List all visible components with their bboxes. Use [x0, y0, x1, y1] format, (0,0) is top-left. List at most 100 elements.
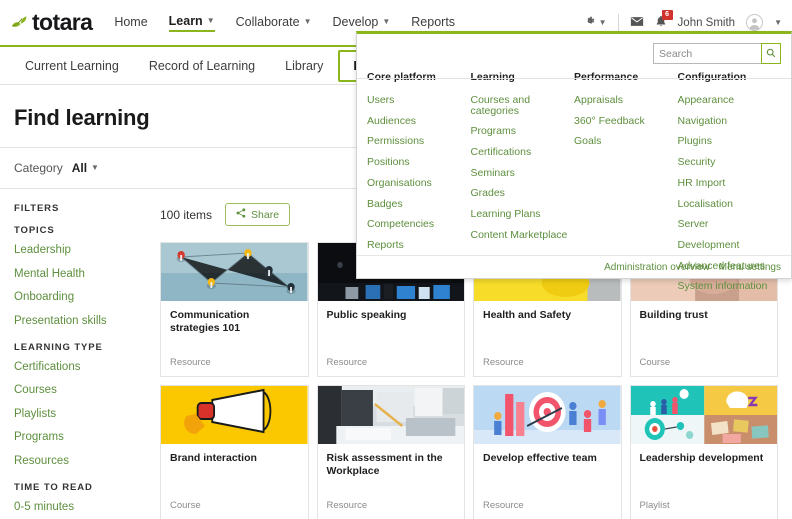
column-heading: Learning [470, 71, 515, 83]
menu-link-grades[interactable]: Grades [471, 183, 575, 204]
learning-card[interactable]: Leadership development Playlist [629, 385, 778, 519]
brand-logo[interactable]: totara [10, 9, 93, 35]
filter-topics-mental-health[interactable]: Mental Health [14, 268, 160, 281]
menu-link-plugins[interactable]: Plugins [678, 131, 782, 152]
learning-card[interactable]: Risk assessment in the Workplace Resourc… [316, 385, 465, 519]
filter-topics-onboarding[interactable]: Onboarding [14, 291, 160, 304]
category-selected-value: All [71, 161, 88, 175]
card-footer: Resource [318, 500, 465, 519]
nav-item-learn[interactable]: Learn ▼ [168, 13, 215, 32]
menu-link-organisations[interactable]: Organisations [367, 173, 471, 194]
card-thumbnail-target-teamwork-illustration [474, 386, 621, 444]
menu-link-content-marketplace[interactable]: Content Marketplace [471, 225, 575, 246]
menu-link-courses-and-categories[interactable]: Courses and categories [471, 90, 575, 121]
card-type: Resource [483, 357, 524, 368]
header-divider [617, 14, 619, 31]
menu-link-localisation[interactable]: Localisation [678, 193, 782, 214]
notifications-button[interactable]: 6 [655, 9, 673, 31]
megamenu-search-row [357, 34, 791, 71]
menu-link-programs[interactable]: Programs [471, 121, 575, 142]
megamenu-column-core-platform: Core platform Users Audiences Permission… [367, 71, 471, 297]
megamenu-column-learning: Learning Courses and categories Programs… [471, 71, 575, 297]
category-select[interactable]: All ▼ [72, 161, 99, 175]
chevron-down-icon: ▼ [91, 163, 99, 172]
menu-link-audiences[interactable]: Audiences [367, 111, 471, 132]
chevron-down-icon: ▼ [303, 16, 312, 26]
learning-card[interactable]: Develop effective team Resource [473, 385, 622, 519]
filter-type-certifications[interactable]: Certifications [14, 361, 160, 374]
tab-label: Library [285, 58, 324, 73]
menu-link-appraisals[interactable]: Appraisals [574, 90, 678, 111]
nav-item-collaborate[interactable]: Collaborate ▼ [236, 15, 312, 31]
share-label: Share [251, 208, 280, 221]
leaf-sprout-icon [10, 13, 29, 32]
filter-type-resources[interactable]: Resources [14, 455, 160, 468]
menu-link-competencies[interactable]: Competencies [367, 214, 471, 235]
filter-type-programs[interactable]: Programs [14, 431, 160, 444]
gear-icon [584, 15, 596, 30]
menu-link-hr-import[interactable]: HR Import [678, 173, 782, 194]
card-body: Health and Safety [474, 301, 621, 357]
card-footer: Resource [474, 500, 621, 519]
username-label: John Smith [677, 16, 736, 29]
card-title: Building trust [639, 309, 708, 321]
brand-name: totara [32, 9, 93, 35]
filter-group-topics-heading: TOPICS [14, 225, 55, 236]
menu-link-appearance[interactable]: Appearance [678, 90, 782, 111]
search-submit-button[interactable] [761, 43, 781, 64]
nav-label: Home [114, 14, 148, 29]
card-title: Communication strategies 101 [170, 309, 250, 335]
menu-link-positions[interactable]: Positions [367, 152, 471, 173]
menu-link-goals[interactable]: Goals [574, 131, 678, 152]
card-body: Risk assessment in the Workplace [318, 444, 465, 500]
filter-topics-leadership[interactable]: Leadership [14, 244, 160, 257]
menu-link-learning-plans[interactable]: Learning Plans [471, 204, 575, 225]
menu-link-security[interactable]: Security [678, 152, 782, 173]
menu-link-seminars[interactable]: Seminars [471, 163, 575, 184]
card-type: Resource [483, 500, 524, 511]
menu-link-server[interactable]: Server [678, 214, 782, 235]
learning-card[interactable]: Communication strategies 101 Resource [160, 242, 309, 377]
envelope-icon[interactable] [630, 16, 644, 30]
nav-item-reports[interactable]: Reports [411, 15, 455, 31]
tab-current-learning[interactable]: Current Learning [10, 50, 134, 82]
chevron-down-icon: ▼ [598, 17, 607, 27]
card-type: Playlist [639, 500, 670, 511]
card-type: Resource [170, 357, 211, 368]
tab-record-of-learning[interactable]: Record of Learning [134, 50, 270, 82]
card-footer: Course [161, 500, 308, 519]
administration-overview-link[interactable]: Administration overview [604, 262, 710, 273]
filter-type-playlists[interactable]: Playlists [14, 408, 160, 421]
nav-item-develop[interactable]: Develop ▼ [332, 15, 390, 31]
filter-topics-presentation-skills[interactable]: Presentation skills [14, 315, 160, 328]
chevron-down-icon[interactable]: ▼ [774, 18, 782, 27]
menu-settings-link[interactable]: Menu settings [719, 262, 781, 273]
learning-card[interactable]: Brand interaction Course [160, 385, 309, 519]
megamenu-search[interactable] [653, 43, 781, 64]
nav-label: Learn [168, 13, 203, 28]
menu-link-users[interactable]: Users [367, 90, 471, 111]
menu-link-badges[interactable]: Badges [367, 193, 471, 214]
filter-type-courses[interactable]: Courses [14, 384, 160, 397]
chevron-down-icon: ▼ [382, 16, 391, 26]
menu-link-development[interactable]: Development [678, 235, 782, 256]
menu-link-navigation[interactable]: Navigation [678, 111, 782, 132]
menu-link-system-information[interactable]: System information [678, 276, 782, 297]
card-type: Resource [326, 357, 368, 368]
menu-link-360-feedback[interactable]: 360° Feedback [574, 111, 678, 132]
filter-time-0-5[interactable]: 0-5 minutes [14, 501, 160, 514]
filters-heading: FILTERS [14, 203, 60, 214]
search-input[interactable] [654, 44, 761, 63]
tab-library[interactable]: Library [270, 50, 338, 82]
menu-link-permissions[interactable]: Permissions [367, 131, 471, 152]
card-body: Leadership development [631, 444, 778, 500]
card-title: Develop effective team [483, 452, 597, 464]
nav-item-home[interactable]: Home [114, 15, 147, 31]
user-avatar-icon[interactable] [746, 14, 764, 31]
admin-menu-button[interactable]: ▼ [584, 15, 607, 30]
menu-link-reports[interactable]: Reports [367, 235, 471, 256]
menu-link-certifications[interactable]: Certifications [471, 142, 575, 163]
share-button[interactable]: Share [225, 203, 291, 226]
card-thumbnail-playlist-collage-thumbnails [630, 386, 777, 444]
card-body: Develop effective team [474, 444, 621, 500]
